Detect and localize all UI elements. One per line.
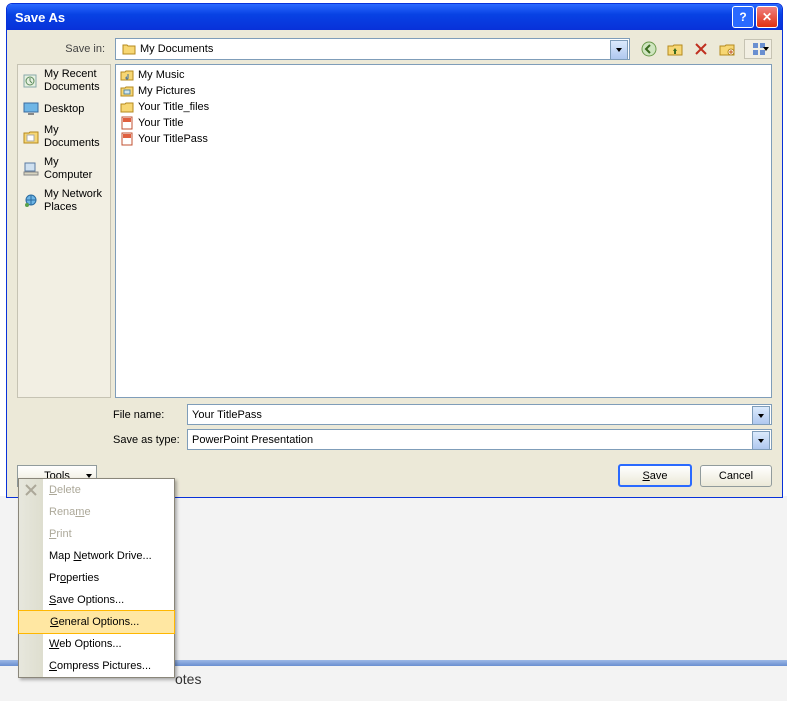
sidebar-item-network[interactable]: My Network Places [18,185,110,217]
file-item[interactable]: My Pictures [118,83,769,99]
file-name: My Music [138,69,184,81]
chevron-down-icon[interactable] [610,40,628,60]
menu-item-compress-pictures[interactable]: Compress Pictures... [19,655,174,677]
back-button[interactable] [640,40,658,58]
menu-item-label: Compress Pictures... [49,660,151,672]
file-list-pane[interactable]: My Music My Pictures Your Title_files Your … [115,64,772,398]
menu-item-web-options[interactable]: Web Options... [19,633,174,655]
filename-input[interactable]: Your TitlePass [187,404,772,425]
filename-value: Your TitlePass [192,409,262,421]
menu-item-label: Rename [49,506,91,518]
menu-item-label: Map Network Drive... [49,550,152,562]
menu-item-label: Web Options... [49,638,122,650]
chevron-down-icon[interactable] [752,406,770,425]
menu-item-properties[interactable]: Properties [19,567,174,589]
folder-icon [122,43,136,55]
delete-button[interactable] [692,40,710,58]
menu-item-label: Print [49,528,72,540]
menu-item-label: Save Options... [49,594,124,606]
sidebar-item-label: Desktop [44,103,84,116]
folder-icon [120,84,134,98]
save-in-label: Save in: [21,43,115,55]
save-as-type-label: Save as type: [113,434,187,446]
menu-item-save-options[interactable]: Save Options... [19,589,174,611]
file-item[interactable]: Your Title [118,115,769,131]
sidebar-item-label: My Network Places [44,188,106,214]
up-one-level-button[interactable] [666,40,684,58]
file-item[interactable]: Your TitlePass [118,131,769,147]
sidebar-item-recent[interactable]: My Recent Documents [18,65,110,97]
menu-item-delete: Delete [19,479,174,501]
folder-icon [120,68,134,82]
file-item[interactable]: My Music [118,67,769,83]
tools-menu: Delete Rename Print Map Network Drive... Pro… [18,478,175,678]
menu-item-rename: Rename [19,501,174,523]
ppt-file-icon [120,132,134,146]
network-icon [22,192,40,210]
sidebar-item-label: My Recent Documents [44,68,106,94]
computer-icon [22,160,40,178]
ppt-file-icon [120,116,134,130]
sidebar-item-label: My Documents [44,124,106,150]
sidebar-item-computer[interactable]: My Computer [18,153,110,185]
save-as-type-value: PowerPoint Presentation [192,434,313,446]
file-name: Your Title [138,117,183,129]
menu-item-general-options[interactable]: General Options... [18,610,175,634]
notes-fragment: otes [175,671,201,687]
chevron-down-icon[interactable] [752,431,770,450]
desktop-icon [22,100,40,118]
sidebar-item-label: My Computer [44,156,106,182]
menu-item-label: General Options... [50,616,139,628]
file-name: Your TitlePass [138,133,208,145]
documents-icon [22,128,40,146]
toolbar-icons [640,39,772,59]
new-folder-button[interactable] [718,40,736,58]
menu-item-label: Delete [49,484,81,496]
sidebar-item-documents[interactable]: My Documents [18,121,110,153]
delete-icon [23,482,39,498]
recent-documents-icon [22,72,40,90]
save-in-dropdown[interactable]: My Documents [115,38,630,60]
menu-item-print: Print [19,523,174,545]
menu-item-label: Properties [49,572,99,584]
sidebar-item-desktop[interactable]: Desktop [18,97,110,121]
filename-label: File name: [113,409,187,421]
file-item[interactable]: Your Title_files [118,99,769,115]
menu-item-map-network-drive[interactable]: Map Network Drive... [19,545,174,567]
folder-icon [120,100,134,114]
save-as-type-dropdown[interactable]: PowerPoint Presentation [187,429,772,450]
close-button[interactable]: ✕ [756,6,778,28]
views-button[interactable] [744,39,772,59]
places-bar: My Recent Documents Desktop My Documents… [17,64,111,398]
help-button[interactable]: ? [732,6,754,28]
save-as-dialog: Save As ? ✕ Save in: My Documents My Rec… [6,3,783,498]
file-name: My Pictures [138,85,195,97]
save-button[interactable]: Save [618,464,692,487]
cancel-button[interactable]: Cancel [700,465,772,487]
title-bar[interactable]: Save As ? ✕ [7,4,782,30]
save-in-value: My Documents [140,43,213,55]
dialog-title: Save As [11,10,730,25]
save-in-row: Save in: My Documents [7,30,782,64]
file-name: Your Title_files [138,101,209,113]
